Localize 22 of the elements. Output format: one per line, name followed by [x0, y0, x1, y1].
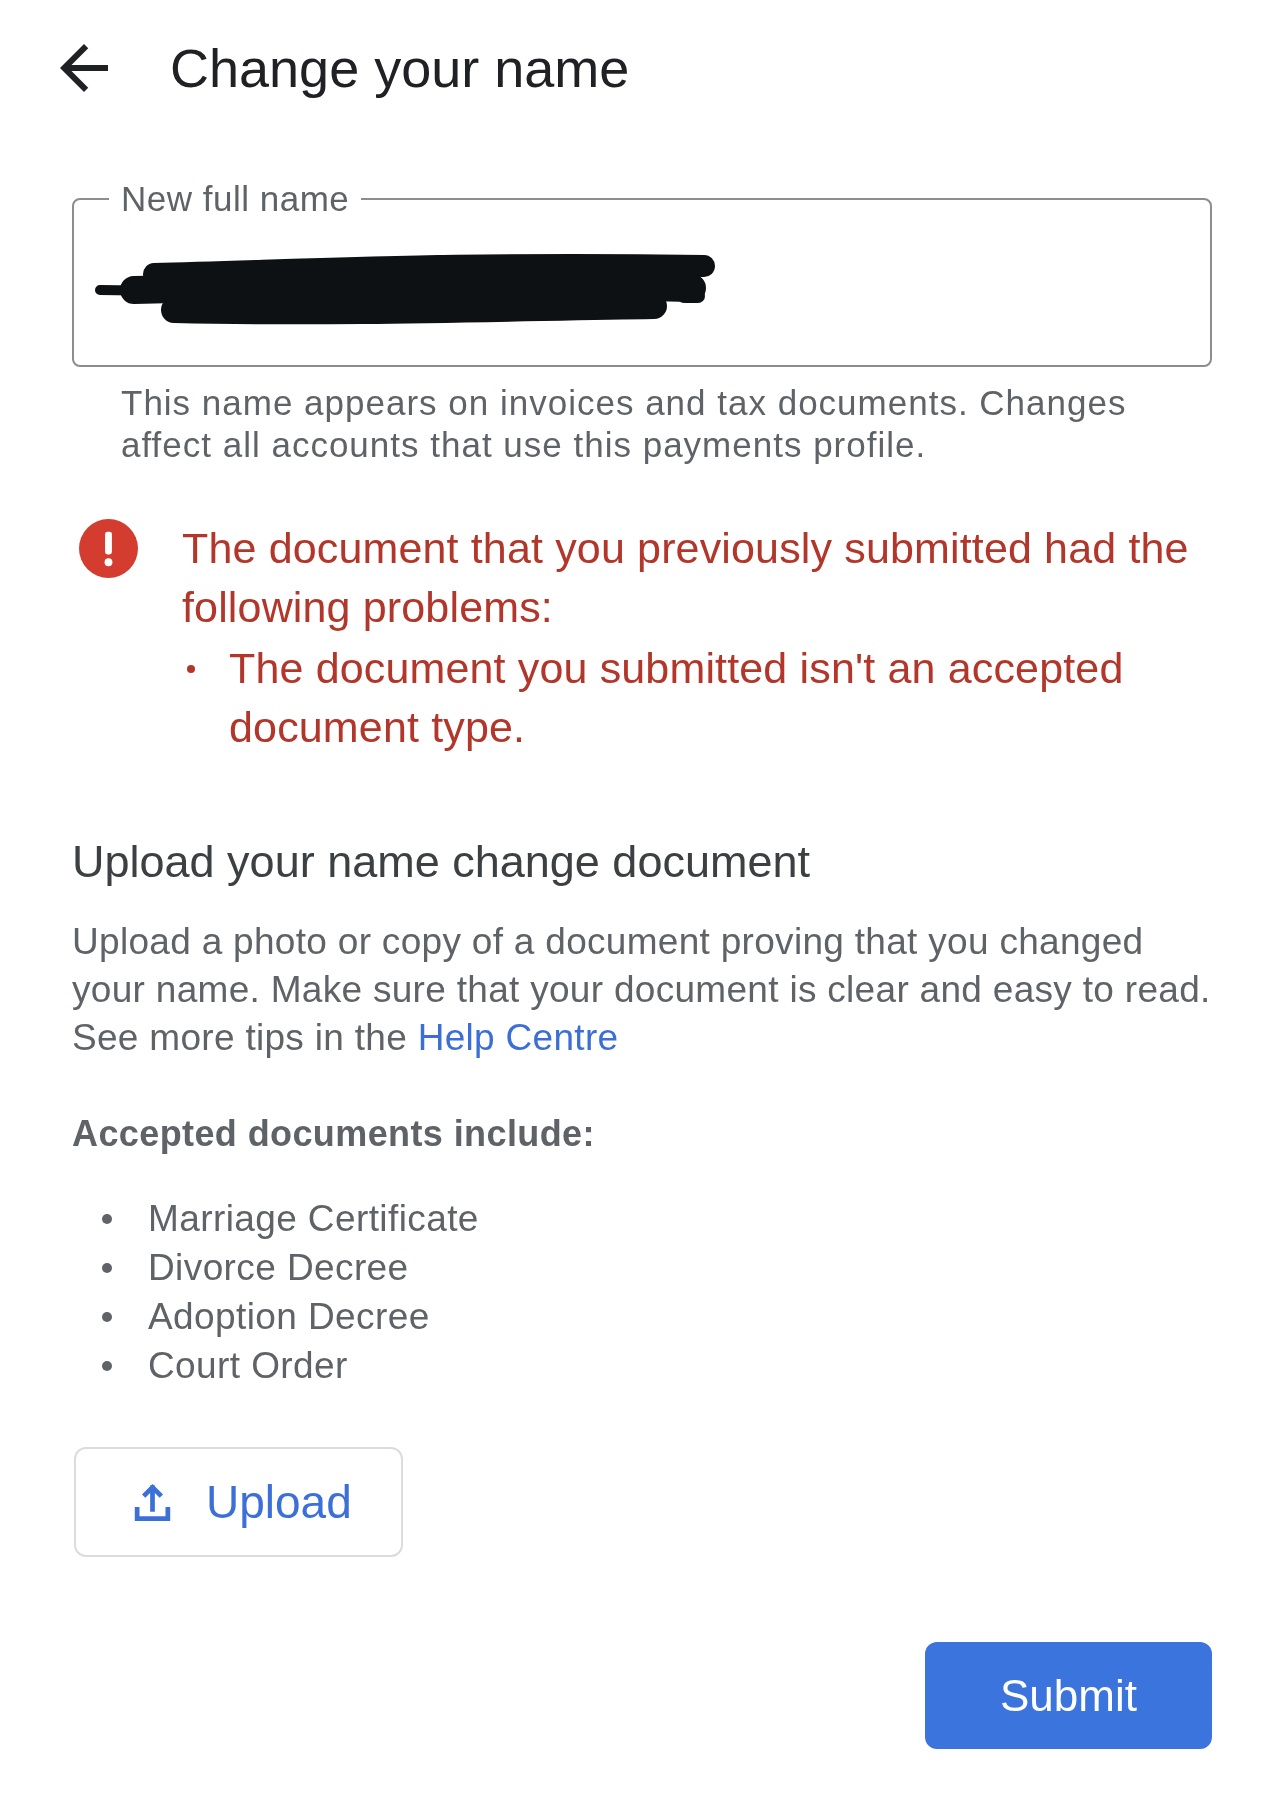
document-type-item: Marriage Certificate [148, 1197, 479, 1241]
upload-icon [134, 1483, 171, 1521]
bullet-icon [102, 1311, 112, 1322]
submit-button[interactable]: Submit [925, 1642, 1212, 1749]
upload-button[interactable]: Upload [74, 1447, 403, 1557]
back-arrow-icon[interactable] [60, 44, 108, 92]
bullet-icon [187, 664, 195, 673]
error-message: The document that you previously submitted had the following problems: [182, 523, 1190, 633]
document-type-item: Court Order [148, 1344, 348, 1388]
document-type-item: Divorce Decree [148, 1246, 409, 1290]
bullet-icon [102, 1262, 112, 1273]
section-heading: Upload your name change document [72, 835, 811, 889]
page-title: Change your name [170, 37, 630, 99]
help-centre-link[interactable]: Help Centre [417, 1017, 619, 1058]
accepted-documents-heading: Accepted documents include: [72, 1112, 596, 1156]
bullet-icon [102, 1360, 112, 1371]
helper-text: This name appears on invoices and tax documents. Changes affect all accounts that use this payments profile. [120, 382, 1128, 466]
document-type-item: Adoption Decree [148, 1295, 430, 1339]
upload-description: Upload a photo or copy of a document proving that you changed your name. Make sure that your document is clear and easy to read. See more tips in the Help Centre [72, 920, 1212, 1060]
error-item: The document you submitted isn't an accepted document type. [229, 643, 1125, 753]
error-icon [79, 519, 138, 578]
bullet-icon [102, 1213, 112, 1224]
